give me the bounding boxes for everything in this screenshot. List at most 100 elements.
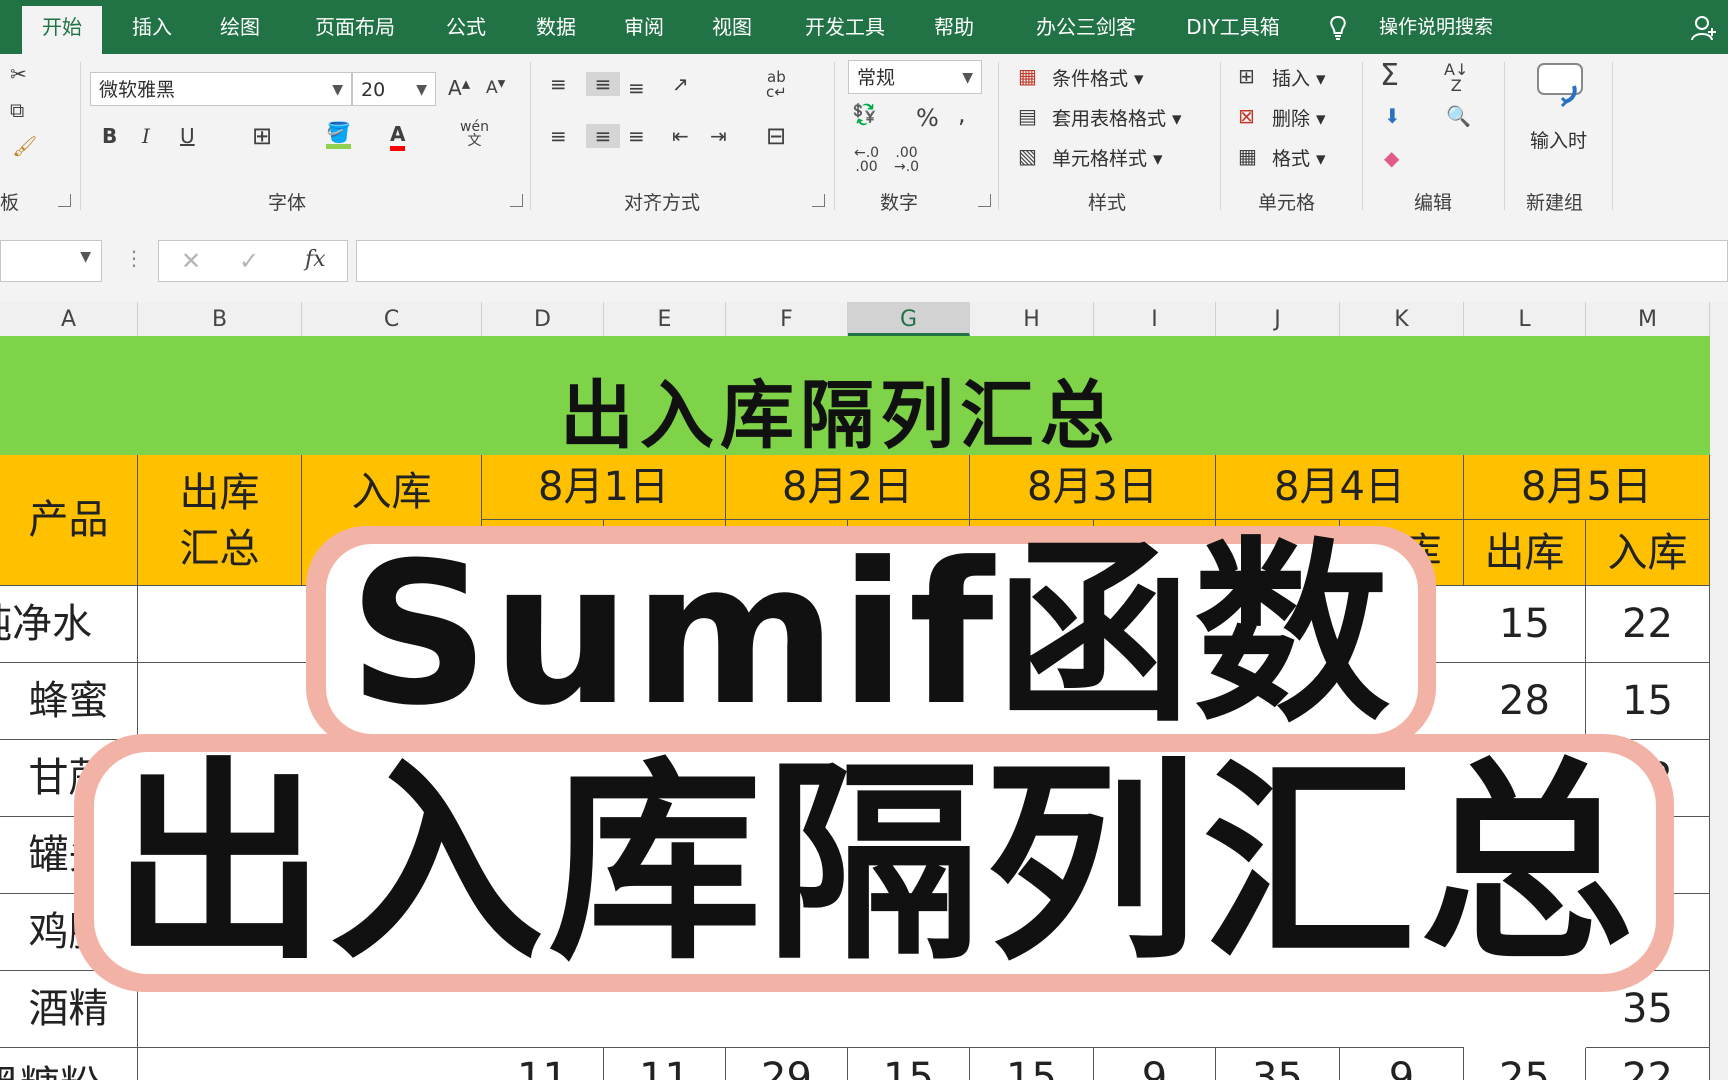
decrease-decimal-icon[interactable]: .00 →.0 <box>894 146 919 174</box>
product-cell[interactable]: 纯净水 <box>0 586 138 663</box>
tab-help[interactable]: 帮助 <box>914 0 994 54</box>
column-header-l[interactable]: L <box>1464 302 1586 336</box>
value-cell[interactable]: 9 <box>1340 1048 1464 1080</box>
increase-indent-icon[interactable]: ⇥ <box>710 124 727 148</box>
insert-function-icon[interactable]: fx <box>305 247 326 272</box>
comma-icon[interactable]: , <box>958 100 966 128</box>
insert-cells-button[interactable]: 插入 ▾ <box>1272 64 1326 91</box>
value-cell[interactable]: 28 <box>1464 663 1586 740</box>
tab-page-layout[interactable]: 页面布局 <box>300 0 410 54</box>
header-date-5[interactable]: 8月5日 <box>1464 455 1710 520</box>
enter-icon[interactable]: ✓ <box>239 247 259 275</box>
column-header-a[interactable]: A <box>0 302 138 336</box>
wrap-text-icon[interactable]: ab c↵ <box>766 70 787 100</box>
underline-button[interactable]: U <box>180 124 195 148</box>
orientation-icon[interactable]: ↗ <box>672 72 689 96</box>
number-format-select[interactable]: 常规 ▼ <box>848 60 982 94</box>
decrease-font-icon[interactable]: A▼ <box>486 78 505 98</box>
column-header-h[interactable]: H <box>970 302 1094 336</box>
fill-color-icon[interactable]: 🪣 <box>326 120 351 149</box>
tab-home[interactable]: 开始 <box>22 6 102 54</box>
header-date-4[interactable]: 8月4日 <box>1216 455 1464 520</box>
header-product[interactable]: 产品 <box>0 455 138 586</box>
value-cell[interactable]: 22 <box>1586 586 1710 663</box>
find-select-icon[interactable]: 🔍 <box>1446 104 1471 128</box>
italic-button[interactable]: I <box>142 124 150 148</box>
format-painter-icon[interactable]: 🖌 <box>12 134 37 158</box>
font-name-select[interactable]: 微软雅黑 ▼ <box>90 72 352 106</box>
input-time-button[interactable]: 输入时 <box>1530 126 1587 153</box>
copy-icon[interactable]: ⧉ <box>10 98 24 122</box>
tab-insert[interactable]: 插入 <box>112 0 192 54</box>
format-cells-button[interactable]: 格式 ▾ <box>1272 144 1326 171</box>
decrease-indent-icon[interactable]: ⇤ <box>672 124 689 148</box>
tell-me-search[interactable]: 操作说明搜索 <box>1366 0 1506 54</box>
align-middle-icon[interactable]: ≡ <box>586 72 620 96</box>
align-left-icon[interactable]: ≡ <box>550 124 567 148</box>
cell-styles-button[interactable]: 单元格样式 ▾ <box>1052 144 1163 171</box>
tab-diy-toolbox[interactable]: DIY工具箱 <box>1168 0 1298 54</box>
column-header-f[interactable]: F <box>726 302 848 336</box>
format-cells-icon[interactable]: ▦ <box>1238 144 1257 168</box>
column-header-j[interactable]: J <box>1216 302 1340 336</box>
value-cell[interactable]: 15 <box>970 1048 1094 1080</box>
conditional-format-icon[interactable]: ▦ <box>1018 64 1037 88</box>
number-dialog-launcher[interactable] <box>978 194 991 207</box>
conditional-format-button[interactable]: 条件格式 ▾ <box>1052 64 1144 91</box>
value-cell[interactable]: 9 <box>1094 1048 1216 1080</box>
vertical-scrollbar[interactable] <box>1710 336 1728 1080</box>
bold-button[interactable]: B <box>102 124 117 148</box>
borders-icon[interactable]: ⊞ <box>252 122 272 150</box>
user-icon[interactable] <box>1690 14 1718 42</box>
value-cell[interactable]: 15 <box>1464 586 1586 663</box>
cell-styles-icon[interactable]: ▧ <box>1018 144 1037 168</box>
column-header-g[interactable]: G <box>848 302 970 336</box>
value-cell[interactable]: 29 <box>726 1048 848 1080</box>
tab-developer[interactable]: 开发工具 <box>790 0 900 54</box>
header-in-d5[interactable]: 入库 <box>1586 520 1710 586</box>
delete-cells-button[interactable]: 删除 ▾ <box>1272 104 1326 131</box>
increase-font-icon[interactable]: A▲ <box>448 76 470 100</box>
phonetic-icon[interactable]: wén 文 <box>460 120 489 148</box>
clipboard-dialog-launcher[interactable] <box>58 194 71 207</box>
font-color-icon[interactable]: A <box>390 122 406 151</box>
fill-icon[interactable]: ⬇ <box>1384 104 1401 128</box>
name-box[interactable]: ▼ <box>0 240 102 282</box>
value-cell[interactable]: 35 <box>1216 1048 1340 1080</box>
value-cell[interactable]: 11 <box>604 1048 726 1080</box>
column-header-i[interactable]: I <box>1094 302 1216 336</box>
alignment-dialog-launcher[interactable] <box>812 194 825 207</box>
delete-cells-icon[interactable]: ⊠ <box>1238 104 1255 128</box>
product-cell[interactable]: 黑糖粉 <box>0 1048 138 1080</box>
tab-draw[interactable]: 绘图 <box>200 0 280 54</box>
align-right-icon[interactable]: ≡ <box>628 124 645 148</box>
insert-cells-icon[interactable]: ⊞ <box>1238 64 1255 88</box>
table-format-icon[interactable]: ▤ <box>1018 104 1037 128</box>
title-row[interactable]: 出入库隔列汇总 <box>0 336 1710 459</box>
format-as-table-button[interactable]: 套用表格格式 ▾ <box>1052 104 1182 131</box>
header-date-3[interactable]: 8月3日 <box>970 455 1216 520</box>
merge-center-icon[interactable]: ⊟ <box>766 122 786 150</box>
font-size-select[interactable]: 20 ▼ <box>352 72 436 106</box>
clear-icon[interactable]: ◆ <box>1384 146 1399 170</box>
header-date-1[interactable]: 8月1日 <box>482 455 726 520</box>
cancel-icon[interactable]: ✕ <box>181 247 201 275</box>
align-center-icon[interactable]: ≡ <box>586 124 620 148</box>
value-cell[interactable]: 11 <box>482 1048 604 1080</box>
tab-formulas[interactable]: 公式 <box>426 0 506 54</box>
column-header-b[interactable]: B <box>138 302 302 336</box>
product-cell[interactable]: 蜂蜜 <box>0 663 138 740</box>
column-header-d[interactable]: D <box>482 302 604 336</box>
sort-filter-icon[interactable]: A↓ Z <box>1444 62 1468 94</box>
column-header-k[interactable]: K <box>1340 302 1464 336</box>
value-cell[interactable]: 22 <box>1586 1048 1710 1080</box>
formula-input[interactable] <box>356 240 1728 282</box>
value-cell[interactable]: 15 <box>1586 663 1710 740</box>
currency-icon[interactable]: 💱 <box>852 102 877 126</box>
header-out-d5[interactable]: 出库 <box>1464 520 1586 586</box>
input-time-icon[interactable] <box>1534 62 1588 108</box>
align-top-icon[interactable]: ≡ <box>550 72 567 96</box>
lightbulb-icon[interactable] <box>1326 15 1350 41</box>
column-header-e[interactable]: E <box>604 302 726 336</box>
cut-icon[interactable]: ✂ <box>10 62 27 86</box>
